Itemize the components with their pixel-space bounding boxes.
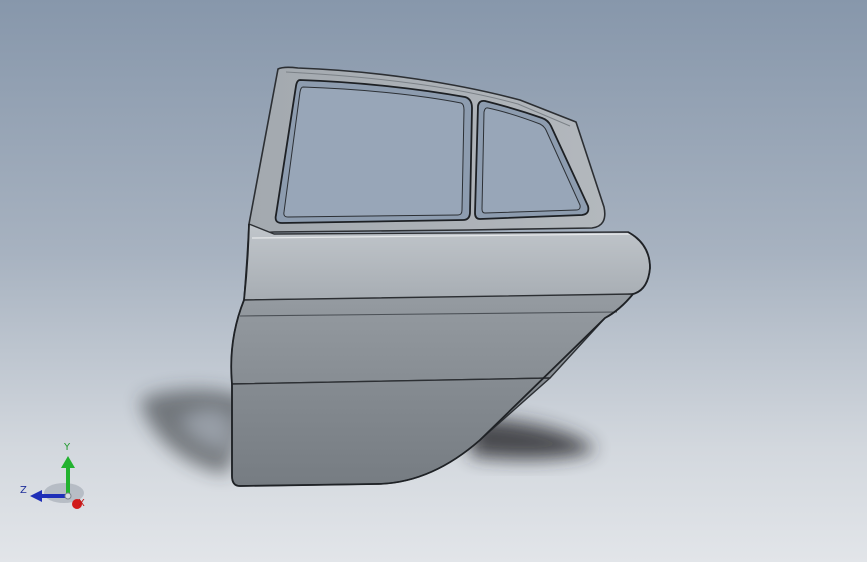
z-axis-label: Z xyxy=(20,485,27,496)
door-middle-panel[interactable] xyxy=(230,293,634,385)
front-window-opening xyxy=(274,79,473,224)
y-axis-label: Y xyxy=(64,442,71,453)
door-upper-panel[interactable] xyxy=(243,223,651,301)
graphics-viewport[interactable]: Y Z X xyxy=(0,0,867,562)
orientation-triad[interactable]: Y Z X xyxy=(14,440,94,516)
model-scene[interactable] xyxy=(0,0,867,562)
x-axis-label: X xyxy=(78,498,85,509)
triad-origin xyxy=(64,492,72,500)
